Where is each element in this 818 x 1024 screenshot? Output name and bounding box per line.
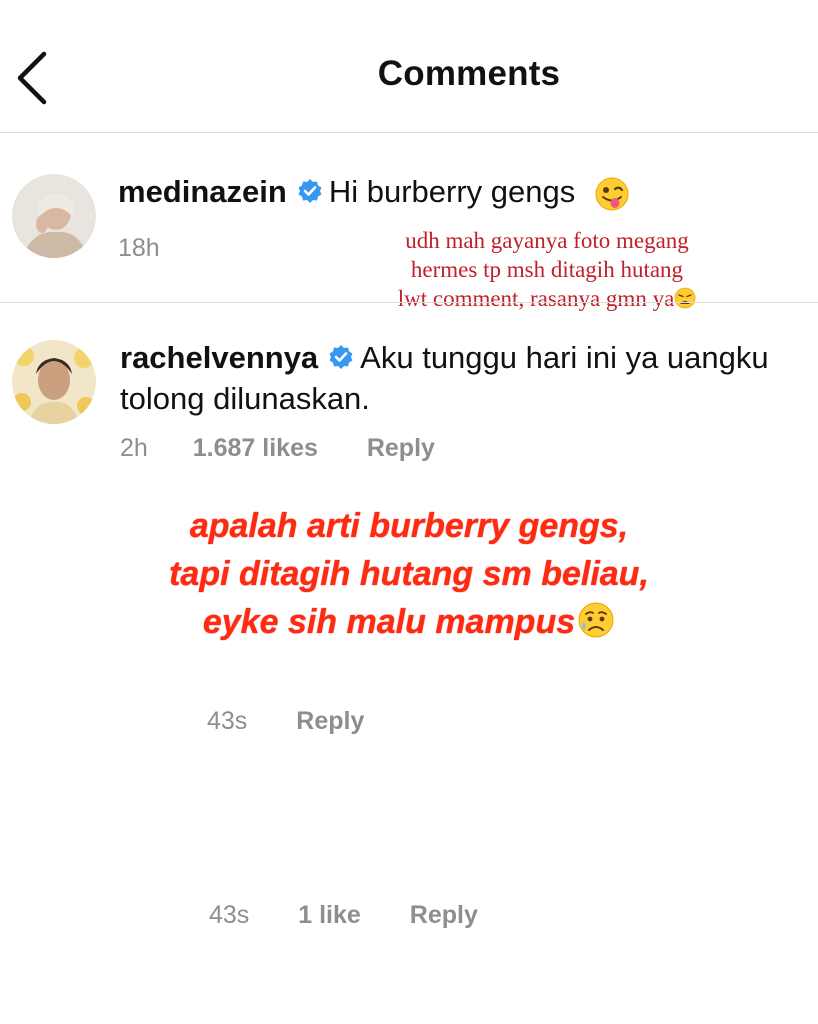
avatar-image: [12, 340, 96, 424]
username-rachelvennya[interactable]: rachelvennya: [120, 340, 318, 375]
comment-rachelvennya: rachelvennya Aku tunggu hari ini ya uang…: [120, 337, 810, 419]
comment-divider: [0, 302, 818, 303]
likes-count[interactable]: 1.687 likes: [193, 434, 318, 463]
likes-count[interactable]: 1 like: [298, 901, 361, 930]
annotation-small: udh mah gayanya foto megang hermes tp ms…: [392, 226, 702, 313]
comment-text-line2: tolong dilunaskan.: [120, 381, 370, 416]
comment-text-line1: Aku tunggu hari ini ya uangku: [360, 340, 769, 375]
avatar-rachelvennya[interactable]: [12, 340, 96, 424]
annotation-big-line2: tapi ditagih hutang sm beliau,: [169, 555, 649, 593]
timestamp: 2h: [120, 434, 148, 462]
annotation-small-line3-row: lwt comment, rasanya gmn ya: [392, 284, 702, 313]
avatar-medinazein[interactable]: [12, 174, 96, 258]
comment-meta-medinazein: 18h: [118, 234, 160, 263]
comment-text: Hi burberry gengs: [328, 174, 576, 209]
annotation-small-line1: udh mah gayanya foto megang: [405, 228, 689, 253]
annotation-big-line3: eyke sih malu mampus: [202, 603, 576, 641]
annotation-small-line3: lwt comment, rasanya gmn ya: [397, 286, 675, 311]
reply-meta-2: 43s 1 like Reply: [209, 901, 478, 930]
timestamp: 43s: [207, 707, 248, 735]
page-title: Comments: [377, 54, 561, 93]
comment-meta-rachelvennya: 2h 1.687 likes Reply: [120, 434, 435, 463]
verified-badge-icon: [329, 345, 353, 369]
annotation-small-line2: hermes tp msh ditagih hutang: [410, 257, 684, 282]
winking-face-with-tongue-icon: [595, 177, 629, 211]
reply-meta-1: 43s Reply: [207, 707, 364, 736]
comment-medinazein: medinazein Hi burberry gengs: [118, 171, 630, 212]
comment-line1: rachelvennya Aku tunggu hari ini ya uang…: [120, 337, 810, 378]
reply-button[interactable]: Reply: [367, 434, 435, 463]
verified-badge-icon: [298, 179, 322, 203]
username-medinazein[interactable]: medinazein: [118, 174, 287, 209]
reply-button[interactable]: Reply: [410, 901, 478, 930]
avatar-image: [12, 174, 96, 258]
header-divider: [0, 132, 818, 133]
annotation-big-line1: apalah arti burberry gengs,: [189, 507, 629, 545]
timestamp: 18h: [118, 234, 160, 262]
reply-button[interactable]: Reply: [296, 707, 364, 736]
annotation-big-line3-row: eyke sih malu mampus: [0, 598, 818, 646]
timestamp: 43s: [209, 901, 250, 929]
header-bar: Comments: [0, 0, 818, 132]
sad-sweat-face-icon: [578, 602, 614, 638]
annotation-big: apalah arti burberry gengs, tapi ditagih…: [0, 502, 818, 646]
weary-face-icon: [674, 287, 696, 309]
